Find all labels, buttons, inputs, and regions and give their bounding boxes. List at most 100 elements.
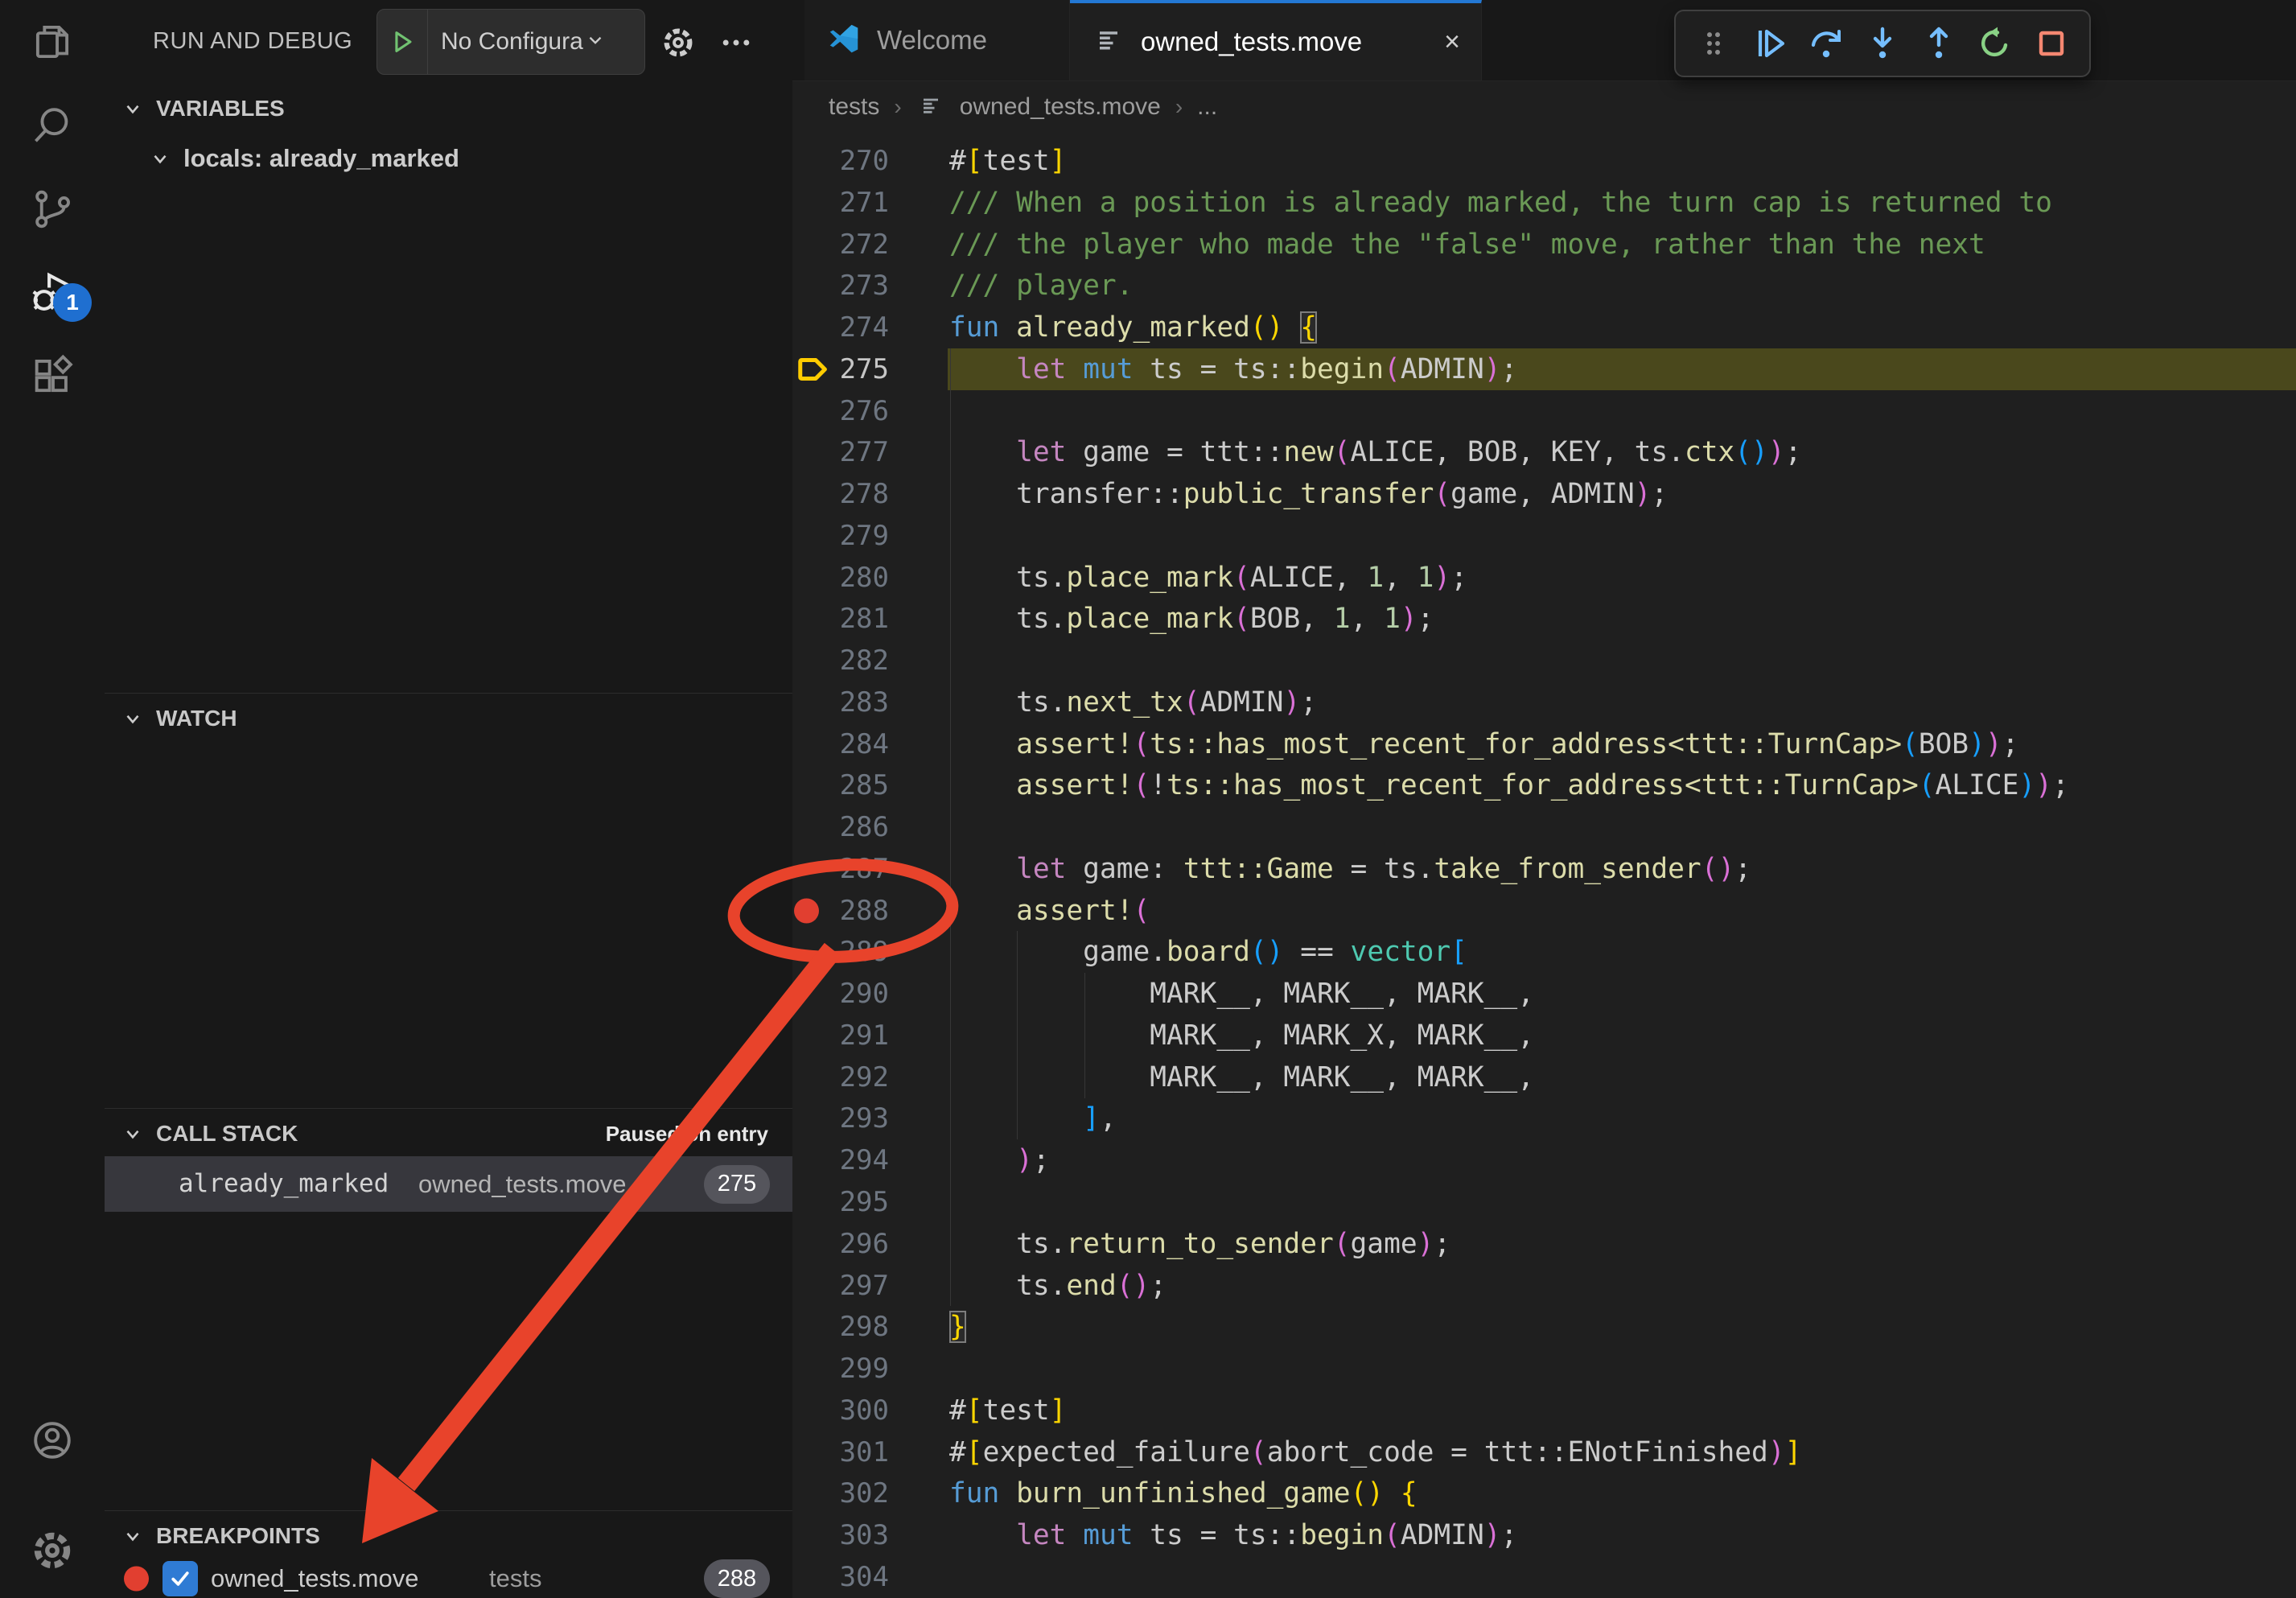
code-line-295[interactable]: 295	[792, 1181, 2296, 1223]
breadcrumb-item-tests[interactable]: tests	[829, 93, 879, 121]
code-line-294[interactable]: 294 );	[792, 1139, 2296, 1181]
line-number[interactable]: 271	[792, 182, 889, 224]
code-line-280[interactable]: 280 ts.place_mark(ALICE, 1, 1);	[792, 557, 2296, 599]
account-icon[interactable]	[0, 1398, 105, 1482]
line-number[interactable]: 303	[792, 1514, 889, 1556]
more-actions-icon[interactable]	[716, 23, 756, 63]
code-line-288[interactable]: 288 assert!(	[792, 890, 2296, 932]
line-number[interactable]: 291	[792, 1015, 889, 1056]
line-number[interactable]: 285	[792, 764, 889, 806]
breakpoint-checkbox[interactable]	[163, 1561, 198, 1596]
line-number[interactable]: 281	[792, 598, 889, 640]
line-number[interactable]: 301	[792, 1431, 889, 1473]
line-number[interactable]: 276	[792, 390, 889, 432]
code-line-282[interactable]: 282	[792, 640, 2296, 682]
step-over-button[interactable]	[1800, 17, 1853, 70]
watch-section-header[interactable]: WATCH	[105, 694, 792, 743]
line-number[interactable]: 290	[792, 973, 889, 1015]
code-line-298[interactable]: 298}	[792, 1306, 2296, 1348]
code-line-270[interactable]: 270#[test]	[792, 140, 2296, 182]
line-number[interactable]: 293	[792, 1098, 889, 1139]
variables-section-header[interactable]: VARIABLES	[105, 84, 792, 134]
debug-config-dropdown[interactable]: No Configura	[376, 9, 645, 75]
line-number[interactable]: 277	[792, 431, 889, 473]
tab-welcome[interactable]: Welcome	[804, 0, 1070, 80]
code-line-292[interactable]: 292 MARK__, MARK__, MARK__,	[792, 1056, 2296, 1098]
code-line-275[interactable]: 275 let mut ts = ts::begin(ADMIN);	[792, 348, 2296, 390]
code-line-293[interactable]: 293 ],	[792, 1098, 2296, 1139]
debug-settings-gear-icon[interactable]	[658, 23, 698, 63]
call-stack-section-header[interactable]: CALL STACK Paused on entry	[105, 1109, 792, 1159]
toolbar-drag-grip[interactable]	[1687, 17, 1740, 70]
line-number[interactable]: 298	[792, 1306, 889, 1348]
breakpoint-row[interactable]: owned_tests.move tests 288	[105, 1555, 792, 1598]
call-stack-frame-row[interactable]: already_marked owned_tests.move 275	[105, 1156, 792, 1212]
line-number[interactable]: 289	[792, 931, 889, 973]
continue-button[interactable]	[1743, 17, 1796, 70]
code-line-303[interactable]: 303 let mut ts = ts::begin(ADMIN);	[792, 1514, 2296, 1556]
line-number[interactable]: 304	[792, 1556, 889, 1598]
step-into-button[interactable]	[1856, 17, 1909, 70]
line-number[interactable]: 273	[792, 265, 889, 307]
code-line-285[interactable]: 285 assert!(!ts::has_most_recent_for_add…	[792, 764, 2296, 806]
code-line-272[interactable]: 272/// the player who made the "false" m…	[792, 224, 2296, 266]
step-out-button[interactable]	[1912, 17, 1965, 70]
code-line-286[interactable]: 286	[792, 806, 2296, 848]
line-number[interactable]: 296	[792, 1223, 889, 1265]
line-number[interactable]: 272	[792, 224, 889, 266]
line-number[interactable]: 297	[792, 1265, 889, 1307]
code-line-291[interactable]: 291 MARK__, MARK_X, MARK__,	[792, 1015, 2296, 1056]
breadcrumb-item-more[interactable]: ...	[1197, 93, 1217, 121]
code-line-273[interactable]: 273/// player.	[792, 265, 2296, 307]
code-line-283[interactable]: 283 ts.next_tx(ADMIN);	[792, 682, 2296, 723]
line-number[interactable]: 275	[792, 348, 889, 390]
code-line-284[interactable]: 284 assert!(ts::has_most_recent_for_addr…	[792, 723, 2296, 765]
tab-owned-tests-move[interactable]: owned_tests.move ×	[1070, 0, 1482, 80]
extensions-icon[interactable]	[0, 335, 105, 418]
line-number[interactable]: 295	[792, 1181, 889, 1223]
line-number[interactable]: 284	[792, 723, 889, 765]
code-line-281[interactable]: 281 ts.place_mark(BOB, 1, 1);	[792, 598, 2296, 640]
code-line-301[interactable]: 301#[expected_failure(abort_code = ttt::…	[792, 1431, 2296, 1473]
code-line-296[interactable]: 296 ts.return_to_sender(game);	[792, 1223, 2296, 1265]
line-number[interactable]: 283	[792, 682, 889, 723]
line-number[interactable]: 270	[792, 140, 889, 182]
code-line-287[interactable]: 287 let game: ttt::Game = ts.take_from_s…	[792, 848, 2296, 890]
line-number[interactable]: 302	[792, 1472, 889, 1514]
search-icon[interactable]	[0, 84, 105, 167]
start-debug-icon[interactable]	[377, 10, 428, 74]
code-line-276[interactable]: 276	[792, 390, 2296, 432]
line-number[interactable]: 279	[792, 515, 889, 557]
explorer-icon[interactable]	[0, 0, 105, 84]
line-number[interactable]: 294	[792, 1139, 889, 1181]
code-line-290[interactable]: 290 MARK__, MARK__, MARK__,	[792, 973, 2296, 1015]
variables-scope-row[interactable]: locals: already_marked	[105, 134, 792, 183]
line-number[interactable]: 287	[792, 848, 889, 890]
source-control-icon[interactable]	[0, 167, 105, 251]
line-number[interactable]: 286	[792, 806, 889, 848]
line-number[interactable]: 300	[792, 1390, 889, 1431]
line-number[interactable]: 292	[792, 1056, 889, 1098]
line-number[interactable]: 299	[792, 1348, 889, 1390]
code-line-300[interactable]: 300#[test]	[792, 1390, 2296, 1431]
line-number[interactable]: 282	[792, 640, 889, 682]
line-number[interactable]: 274	[792, 307, 889, 348]
settings-gear-icon[interactable]	[0, 1509, 105, 1592]
code-line-279[interactable]: 279	[792, 515, 2296, 557]
code-line-297[interactable]: 297 ts.end();	[792, 1265, 2296, 1307]
code-line-289[interactable]: 289 game.board() == vector[	[792, 931, 2296, 973]
code-line-304[interactable]: 304	[792, 1556, 2296, 1598]
breakpoints-section-header[interactable]: BREAKPOINTS	[105, 1511, 792, 1561]
line-number[interactable]: 288	[792, 890, 889, 932]
code-area[interactable]: 270#[test]271/// When a position is alre…	[792, 0, 2296, 1598]
code-line-277[interactable]: 277 let game = ttt::new(ALICE, BOB, KEY,…	[792, 431, 2296, 473]
code-line-278[interactable]: 278 transfer::public_transfer(game, ADMI…	[792, 473, 2296, 515]
breadcrumb[interactable]: tests › owned_tests.move › ...	[792, 80, 2296, 134]
code-line-302[interactable]: 302fun burn_unfinished_game() {	[792, 1472, 2296, 1514]
stop-button[interactable]	[2025, 17, 2078, 70]
line-number[interactable]: 278	[792, 473, 889, 515]
code-line-299[interactable]: 299	[792, 1348, 2296, 1390]
code-line-271[interactable]: 271/// When a position is already marked…	[792, 182, 2296, 224]
restart-button[interactable]	[1969, 17, 2022, 70]
code-line-274[interactable]: 274fun already_marked() {	[792, 307, 2296, 348]
